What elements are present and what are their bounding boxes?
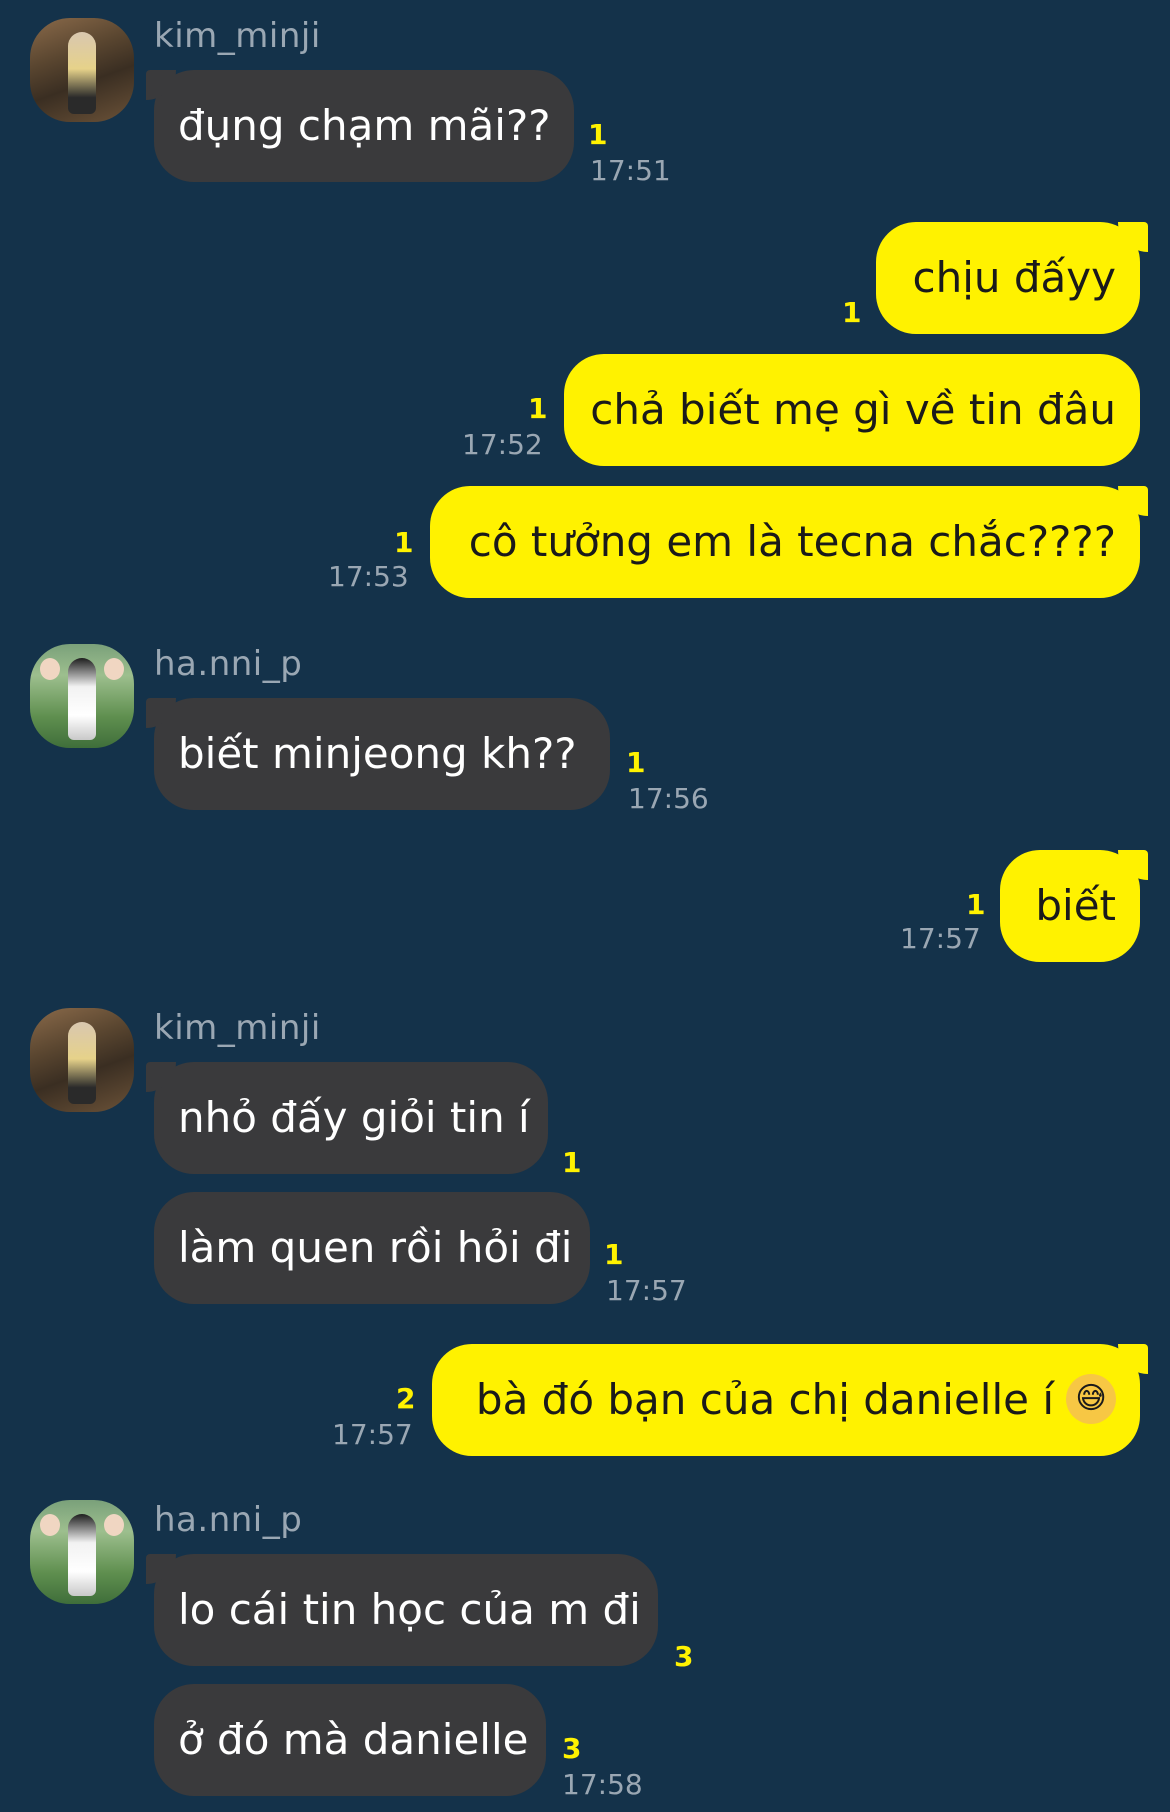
sender-name: kim_minji <box>154 16 321 56</box>
message-time: 17:57 <box>606 1274 687 1307</box>
avatar-figure <box>68 1514 96 1596</box>
message-time: 17:57 <box>900 922 981 955</box>
unread-count: 1 <box>588 118 608 151</box>
message-bubble[interactable]: ở đó mà danielle <box>154 1684 546 1796</box>
message-bubble[interactable]: biết <box>1000 850 1148 962</box>
message-time: 17:57 <box>332 1418 413 1451</box>
message-time: 17:56 <box>628 782 709 815</box>
message-bubble[interactable]: bà đó bạn của chị danielle í 😅 <box>432 1344 1148 1456</box>
message-bubble[interactable]: nhỏ đấy giỏi tin í <box>146 1062 548 1174</box>
message-bubble[interactable]: đụng chạm mãi?? <box>146 70 574 182</box>
unread-count: 1 <box>966 888 986 921</box>
unread-count: 1 <box>604 1238 624 1271</box>
message-bubble[interactable]: cô tưởng em là tecna chắc???? <box>430 486 1148 598</box>
unread-count: 1 <box>528 392 548 425</box>
grinning-sweat-emoji-icon: 😅 <box>1066 1373 1116 1424</box>
message-time: 17:51 <box>590 154 671 187</box>
message-text: bà đó bạn của chị danielle í <box>475 1375 1054 1424</box>
sender-name: ha.nni_p <box>154 644 303 684</box>
sender-name: ha.nni_p <box>154 1500 303 1540</box>
unread-count: 3 <box>562 1732 582 1765</box>
message-bubble[interactable]: lo cái tin học của m đi <box>146 1554 658 1666</box>
avatar-hand <box>104 658 124 680</box>
unread-count: 1 <box>394 526 414 559</box>
avatar[interactable] <box>30 1008 134 1112</box>
avatar[interactable] <box>30 1500 134 1604</box>
message-bubble[interactable]: chịu đấyy <box>876 222 1148 334</box>
unread-count: 1 <box>562 1146 582 1179</box>
message-bubble[interactable]: làm quen rồi hỏi đi <box>154 1192 590 1304</box>
unread-count: 1 <box>626 746 646 779</box>
avatar-hand <box>40 1514 60 1536</box>
avatar-hand <box>104 1514 124 1536</box>
message-bubble[interactable]: biết minjeong kh?? <box>146 698 610 810</box>
unread-count: 3 <box>674 1640 694 1673</box>
message-time: 17:58 <box>562 1768 643 1801</box>
avatar-figure <box>68 32 96 114</box>
avatar-figure <box>68 1022 96 1104</box>
avatar[interactable] <box>30 18 134 122</box>
unread-count: 2 <box>396 1382 416 1415</box>
avatar-figure <box>68 658 96 740</box>
unread-count: 1 <box>842 296 862 329</box>
message-time: 17:53 <box>328 560 409 593</box>
avatar[interactable] <box>30 644 134 748</box>
message-bubble[interactable]: chả biết mẹ gì về tin đâu <box>564 354 1140 466</box>
message-time: 17:52 <box>462 428 543 461</box>
avatar-hand <box>40 658 60 680</box>
sender-name: kim_minji <box>154 1008 321 1048</box>
